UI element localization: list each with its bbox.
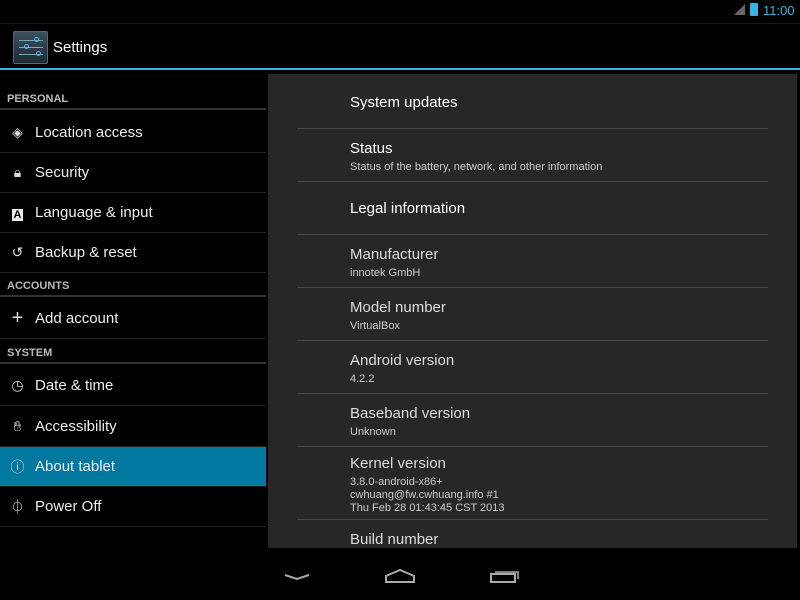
- row-title: Kernel version: [350, 455, 446, 472]
- sidebar-item-security[interactable]: 🔒︎ Security: [0, 153, 266, 193]
- system-updates-row[interactable]: System updates: [297, 74, 768, 129]
- sidebar-item-add-account[interactable]: + Add account: [0, 299, 266, 339]
- settings-sidebar: PERSONAL ◈ Location access 🔒︎ Security A La…: [0, 72, 268, 548]
- row-title: System updates: [350, 94, 458, 111]
- manufacturer-row: Manufacturer innotek GmbH: [297, 235, 768, 288]
- android-version-row[interactable]: Android version 4.2.2: [297, 341, 768, 394]
- back-icon[interactable]: [284, 574, 310, 581]
- row-title: Build number: [350, 531, 439, 548]
- home-icon[interactable]: [385, 568, 415, 583]
- lock-icon: 🔒︎: [13, 164, 22, 180]
- row-title: Manufacturer: [350, 246, 439, 263]
- app-title: Settings: [53, 39, 108, 56]
- sidebar-item-label: Accessibility: [35, 418, 117, 435]
- row-title: Status: [350, 140, 393, 157]
- sidebar-item-location[interactable]: ◈ Location access: [0, 113, 266, 153]
- row-value: VirtualBox: [350, 320, 400, 332]
- row-value: Thu Feb 28 01:43:45 CST 2013: [350, 502, 505, 514]
- legal-information-row[interactable]: Legal information: [297, 182, 768, 235]
- restore-icon: ↺: [11, 244, 24, 260]
- sidebar-item-language[interactable]: A Language & input: [0, 193, 266, 233]
- model-number-row: Model number VirtualBox: [297, 288, 768, 341]
- power-icon: ⏀: [10, 498, 25, 515]
- row-value: 4.2.2: [350, 373, 375, 385]
- battery-icon: [750, 3, 758, 16]
- sidebar-item-label: Location access: [35, 124, 143, 141]
- row-value: 3.8.0-android-x86+: [350, 476, 443, 488]
- navigation-bar: [0, 548, 800, 600]
- settings-sliders-icon[interactable]: [13, 31, 48, 64]
- kernel-version-row: Kernel version 3.8.0-android-x86+ cwhuang@…: [297, 447, 768, 520]
- header-personal: PERSONAL: [0, 90, 266, 110]
- about-tablet-panel: System updates Status Status of the batte…: [268, 74, 797, 548]
- sidebar-item-label: Power Off: [35, 498, 102, 515]
- info-icon: ⓘ: [10, 458, 25, 475]
- plus-icon: +: [11, 307, 24, 329]
- sidebar-item-label: Add account: [35, 310, 119, 327]
- row-title: Model number: [350, 299, 446, 316]
- hand-icon: ✋︎: [13, 418, 22, 434]
- header-system: SYSTEM: [0, 344, 266, 364]
- sidebar-item-label: Security: [35, 164, 90, 181]
- sidebar-item-label: About tablet: [35, 458, 116, 475]
- recents-icon[interactable]: [490, 571, 519, 583]
- row-value: cwhuang@fw.cwhuang.info #1: [350, 489, 499, 501]
- sidebar-item-label: Date & time: [35, 377, 114, 394]
- baseband-version-row: Baseband version Unknown: [297, 394, 768, 447]
- row-title: Legal information: [350, 200, 466, 217]
- row-title: Baseband version: [350, 405, 471, 422]
- row-summary: Status of the battery, network, and othe…: [350, 161, 603, 173]
- build-number-row[interactable]: Build number: [297, 520, 768, 548]
- row-value: Unknown: [350, 426, 396, 438]
- row-title: Android version: [350, 352, 455, 369]
- sidebar-item-backup[interactable]: ↺ Backup & reset: [0, 233, 266, 273]
- sidebar-item-power-off[interactable]: ⏀ Power Off: [0, 487, 266, 527]
- status-bar: 11:00: [0, 0, 800, 24]
- header-accounts: ACCOUNTS: [0, 277, 266, 297]
- keyboard-a-icon: A: [11, 208, 24, 221]
- clock-icon: ◷: [11, 377, 24, 393]
- row-value: innotek GmbH: [350, 267, 421, 279]
- location-icon: ◈: [12, 124, 23, 140]
- action-bar: Settings: [0, 25, 800, 70]
- status-row[interactable]: Status Status of the battery, network, an…: [297, 129, 768, 182]
- sidebar-item-about-tablet[interactable]: ⓘ About tablet: [0, 447, 266, 487]
- sidebar-item-label: Backup & reset: [35, 244, 137, 261]
- signal-icon: [734, 4, 745, 15]
- clock-time: 11:00: [763, 3, 795, 18]
- sidebar-item-accessibility[interactable]: ✋︎ Accessibility: [0, 407, 266, 447]
- sidebar-item-label: Language & input: [35, 204, 153, 221]
- sidebar-item-date-time[interactable]: ◷ Date & time: [0, 366, 266, 406]
